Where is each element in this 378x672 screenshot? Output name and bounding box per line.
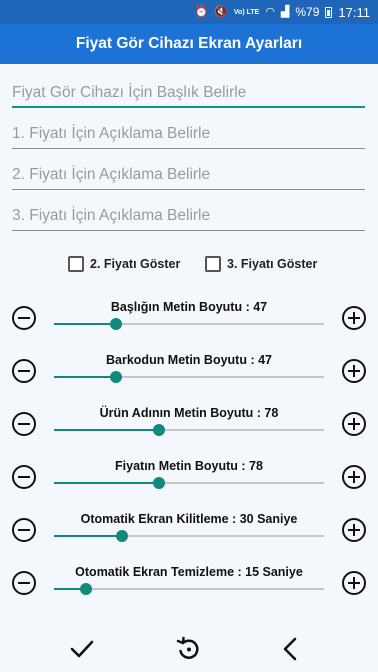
volte-indicator: Vo) LTE — [233, 8, 260, 16]
slider-label: Otomatik Ekran Temizleme : 15 Saniye — [75, 565, 303, 579]
slider-track[interactable] — [54, 477, 324, 489]
slider-track[interactable] — [54, 583, 324, 595]
slider-fill — [54, 535, 122, 537]
slider-fill — [54, 323, 117, 325]
slider-track[interactable] — [54, 371, 324, 383]
wifi-icon: ◠ — [265, 5, 275, 18]
slider-thumb[interactable] — [110, 318, 123, 330]
slider-row-title-size: Başlığın Metin Boyutu : 47 — [0, 300, 378, 340]
price1-description-placeholder: 1. Fiyatı İçin Açıklama Belirle — [12, 125, 211, 142]
clock: 17:11 — [338, 4, 370, 20]
slider-label: Otomatik Ekran Kilitleme : 30 Saniye — [80, 512, 298, 526]
slider-row-price-size: Fiyatın Metin Boyutu : 78 — [0, 459, 378, 499]
minus-icon[interactable] — [12, 412, 36, 436]
minus-icon[interactable] — [12, 306, 36, 330]
slider-label: Fiyatın Metin Boyutu : 78 — [115, 459, 263, 473]
alarm-icon: ⏰ — [194, 5, 209, 18]
price2-description-placeholder: 2. Fiyatı İçin Açıklama Belirle — [12, 166, 211, 183]
app-bar: Fiyat Gör Cihazı Ekran Ayarları — [0, 24, 378, 64]
price3-description-field[interactable]: 3. Fiyatı İçin Açıklama Belirle — [12, 201, 365, 231]
slider-track[interactable] — [54, 318, 324, 330]
battery-icon — [325, 6, 333, 18]
slider-label: Başlığın Metin Boyutu : 47 — [110, 300, 268, 314]
slider-track[interactable] — [54, 530, 324, 542]
status-bar: ⏰ 🔇 Vo) LTE ◠ ▟ %79 17:11 — [0, 0, 378, 24]
slider-label: Ürün Adının Metin Boyutu : 78 — [99, 406, 279, 420]
slider-thumb[interactable] — [115, 530, 128, 542]
checkbox-box[interactable] — [205, 256, 221, 272]
title-field-placeholder: Fiyat Gör Cihazı İçin Başlık Belirle — [12, 84, 247, 101]
page-title: Fiyat Gör Cihazı Ekran Ayarları — [75, 35, 303, 52]
battery-percent: %79 — [295, 5, 320, 19]
slider-fill — [54, 376, 117, 378]
price2-description-field[interactable]: 2. Fiyatı İçin Açıklama Belirle — [12, 160, 365, 190]
slider-row-auto-lock: Otomatik Ekran Kilitleme : 30 Saniye — [0, 512, 378, 552]
slider-thumb[interactable] — [153, 477, 166, 489]
slider-track[interactable] — [54, 424, 324, 436]
plus-icon[interactable] — [342, 359, 366, 383]
slider-row-auto-clear: Otomatik Ekran Temizleme : 15 Saniye — [0, 565, 378, 605]
price1-description-field[interactable]: 1. Fiyatı İçin Açıklama Belirle — [12, 119, 365, 149]
slider-fill — [54, 482, 160, 484]
plus-icon[interactable] — [342, 571, 366, 595]
slider-thumb[interactable] — [80, 583, 93, 595]
mute-icon: 🔇 — [214, 5, 228, 18]
slider-thumb[interactable] — [153, 424, 166, 436]
plus-icon[interactable] — [342, 518, 366, 542]
minus-icon[interactable] — [12, 465, 36, 489]
minus-icon[interactable] — [12, 359, 36, 383]
slider-thumb[interactable] — [110, 371, 123, 383]
show-price3-label: 3. Fiyatı Göster — [227, 257, 318, 271]
minus-icon[interactable] — [12, 518, 36, 542]
slider-row-barcode-size: Barkodun Metin Boyutu : 47 — [0, 353, 378, 393]
bottom-action-bar — [0, 625, 378, 672]
show-price2-label: 2. Fiyatı Göster — [90, 257, 181, 271]
back-chevron-icon[interactable] — [276, 635, 304, 663]
checkbox-box[interactable] — [68, 256, 84, 272]
plus-icon[interactable] — [342, 306, 366, 330]
slider-label: Barkodun Metin Boyutu : 47 — [106, 353, 272, 367]
plus-icon[interactable] — [342, 465, 366, 489]
price-visibility-checks: 2. Fiyatı Göster 3. Fiyatı Göster — [0, 256, 378, 276]
show-price2-checkbox[interactable]: 2. Fiyatı Göster — [68, 256, 180, 272]
price3-description-placeholder: 3. Fiyatı İçin Açıklama Belirle — [12, 207, 211, 224]
restore-icon[interactable] — [174, 635, 202, 663]
signal-icon: ▟ — [280, 5, 290, 18]
title-field[interactable]: Fiyat Gör Cihazı İçin Başlık Belirle — [12, 78, 365, 108]
minus-icon[interactable] — [12, 571, 36, 595]
check-icon[interactable] — [68, 635, 96, 663]
show-price3-checkbox[interactable]: 3. Fiyatı Göster — [205, 256, 317, 272]
plus-icon[interactable] — [342, 412, 366, 436]
slider-row-product-name-size: Ürün Adının Metin Boyutu : 78 — [0, 406, 378, 446]
slider-fill — [54, 429, 160, 431]
